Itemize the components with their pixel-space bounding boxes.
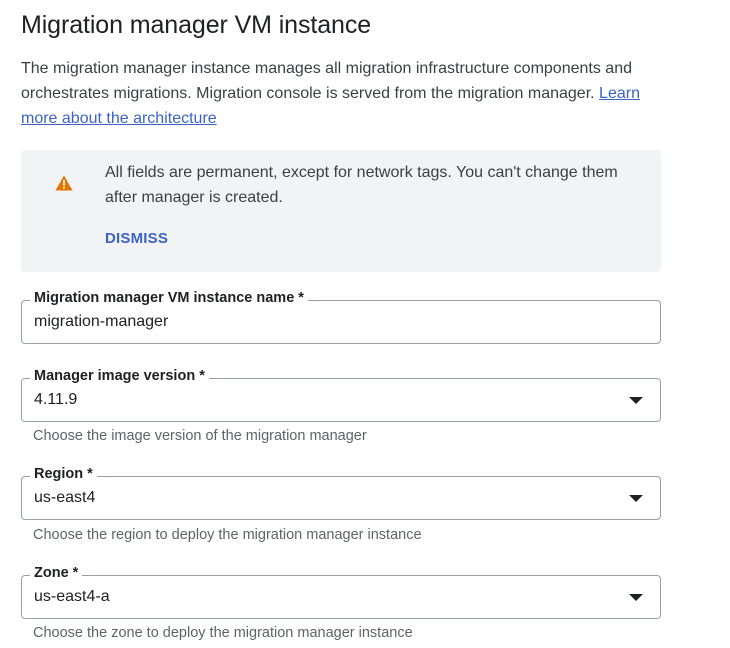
instance-name-input[interactable] [34,313,634,331]
migration-manager-form: Migration manager VM instance The migrat… [0,0,730,648]
dropdown-arrow-icon[interactable] [629,594,643,601]
warning-banner: All fields are permanent, except for net… [21,150,661,272]
page-title: Migration manager VM instance [21,11,372,39]
instance-name-label: Migration manager VM instance name * [30,290,308,306]
image-version-hint: Choose the image version of the migratio… [33,428,367,444]
banner-message: All fields are permanent, except for net… [105,164,618,206]
region-label: Region * [30,466,97,482]
description-text: The migration manager instance manages a… [21,60,632,102]
section-description: The migration manager instance manages a… [21,56,671,131]
region-select[interactable]: Region * us-east4 [21,466,661,520]
dropdown-arrow-icon[interactable] [629,397,643,404]
image-version-value: 4.11.9 [34,391,78,408]
image-version-select[interactable]: Manager image version * 4.11.9 [21,368,661,422]
dismiss-button[interactable]: DISMISS [105,230,168,247]
zone-value: us-east4-a [34,588,110,605]
dropdown-arrow-icon[interactable] [629,495,643,502]
instance-name-field[interactable]: Migration manager VM instance name * [21,290,661,344]
region-hint: Choose the region to deploy the migratio… [33,527,422,543]
region-value: us-east4 [34,489,96,506]
zone-select[interactable]: Zone * us-east4-a [21,565,661,619]
zone-hint: Choose the zone to deploy the migration … [33,625,413,641]
zone-label: Zone * [30,565,83,581]
warning-icon [55,175,73,191]
image-version-label: Manager image version * [30,368,209,384]
